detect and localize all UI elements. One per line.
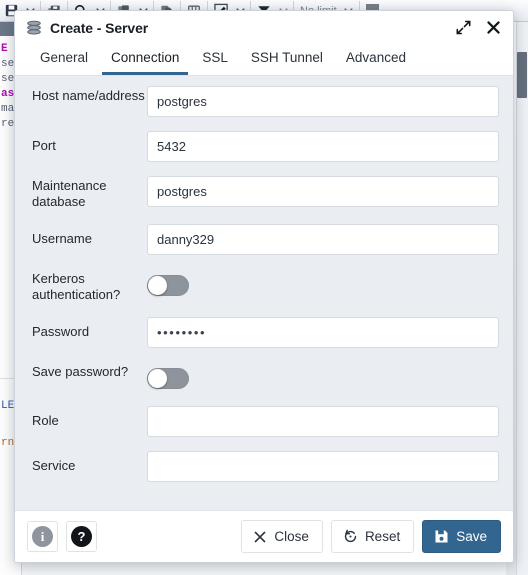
code-token: LE (1, 400, 15, 412)
form-row-username: Username (29, 224, 499, 255)
code-token: ma (1, 103, 15, 115)
port-label: Port (32, 138, 56, 153)
form-row-password: Password (29, 317, 499, 348)
code-token: re (1, 118, 15, 130)
dialog-title: Create - Server (50, 19, 149, 36)
username-input[interactable] (147, 224, 499, 255)
host-input[interactable] (147, 86, 499, 117)
save-password-toggle[interactable] (147, 368, 189, 389)
reset-button[interactable]: Reset (330, 520, 415, 553)
form-row-port: Port (29, 131, 499, 162)
form-row-maintenance-database: Maintenance database (29, 176, 499, 210)
code-token: as (1, 88, 15, 100)
service-input[interactable] (147, 451, 499, 482)
code-token: se (1, 58, 15, 70)
dialog-titlebar: Create - Server (15, 11, 513, 45)
reset-circular-arrow-icon (343, 529, 358, 544)
vertical-scrollbar[interactable] (516, 22, 528, 575)
info-button[interactable]: i (27, 521, 58, 552)
form-row-kerberos: Kerberos authentication? (29, 269, 499, 303)
tab-advanced[interactable]: Advanced (337, 50, 415, 75)
save-button[interactable]: Save (422, 520, 501, 553)
tab-ssl[interactable]: SSL (193, 50, 237, 75)
floppy-disk-icon (434, 529, 449, 544)
username-label: Username (32, 231, 92, 246)
role-input[interactable] (147, 406, 499, 437)
save-password-label: Save password? (32, 364, 129, 379)
create-server-dialog: Create - Server General Connection SSL S… (14, 10, 514, 563)
password-label: Password (32, 324, 90, 339)
port-input[interactable] (147, 131, 499, 162)
form-row-service: Service (29, 451, 499, 482)
expand-diagonal-icon[interactable] (455, 20, 471, 36)
role-label: Role (32, 413, 59, 428)
password-input[interactable] (147, 317, 499, 348)
code-token: rn (1, 437, 15, 449)
code-token: se (1, 73, 15, 85)
tab-general[interactable]: General (31, 50, 97, 75)
info-circle-icon: i (32, 526, 53, 547)
kerberos-label: Kerberos authentication? (32, 271, 121, 302)
tab-ssh-tunnel[interactable]: SSH Tunnel (242, 50, 332, 75)
toggle-knob (148, 369, 167, 388)
tab-connection[interactable]: Connection (102, 50, 189, 75)
close-icon[interactable] (485, 20, 501, 36)
kerberos-toggle[interactable] (147, 275, 189, 296)
dialog-tabs: General Connection SSL SSH Tunnel Advanc… (15, 45, 513, 76)
form-row-role: Role (29, 406, 499, 437)
close-button-label: Close (274, 529, 309, 544)
connection-form: Host name/address Port Maintenance datab… (15, 76, 513, 510)
reset-button-label: Reset (364, 529, 401, 544)
save-button-label: Save (456, 529, 487, 544)
close-button[interactable]: Close (241, 520, 323, 553)
form-row-save-password: Save password? (29, 362, 499, 392)
toggle-knob (148, 276, 167, 295)
maintenance-database-label: Maintenance database (32, 178, 107, 209)
host-label: Host name/address (32, 88, 145, 103)
help-button[interactable]: ? (66, 521, 97, 552)
form-row-host: Host name/address (29, 86, 499, 117)
close-x-icon (253, 530, 267, 544)
scrollbar-thumb[interactable] (517, 52, 527, 98)
maintenance-database-input[interactable] (147, 176, 499, 207)
code-token: E (1, 43, 8, 55)
help-circle-icon: ? (71, 526, 92, 547)
service-label: Service (32, 458, 76, 473)
dialog-footer: i ? Close Reset Save (15, 510, 513, 562)
server-stack-icon (25, 19, 43, 37)
